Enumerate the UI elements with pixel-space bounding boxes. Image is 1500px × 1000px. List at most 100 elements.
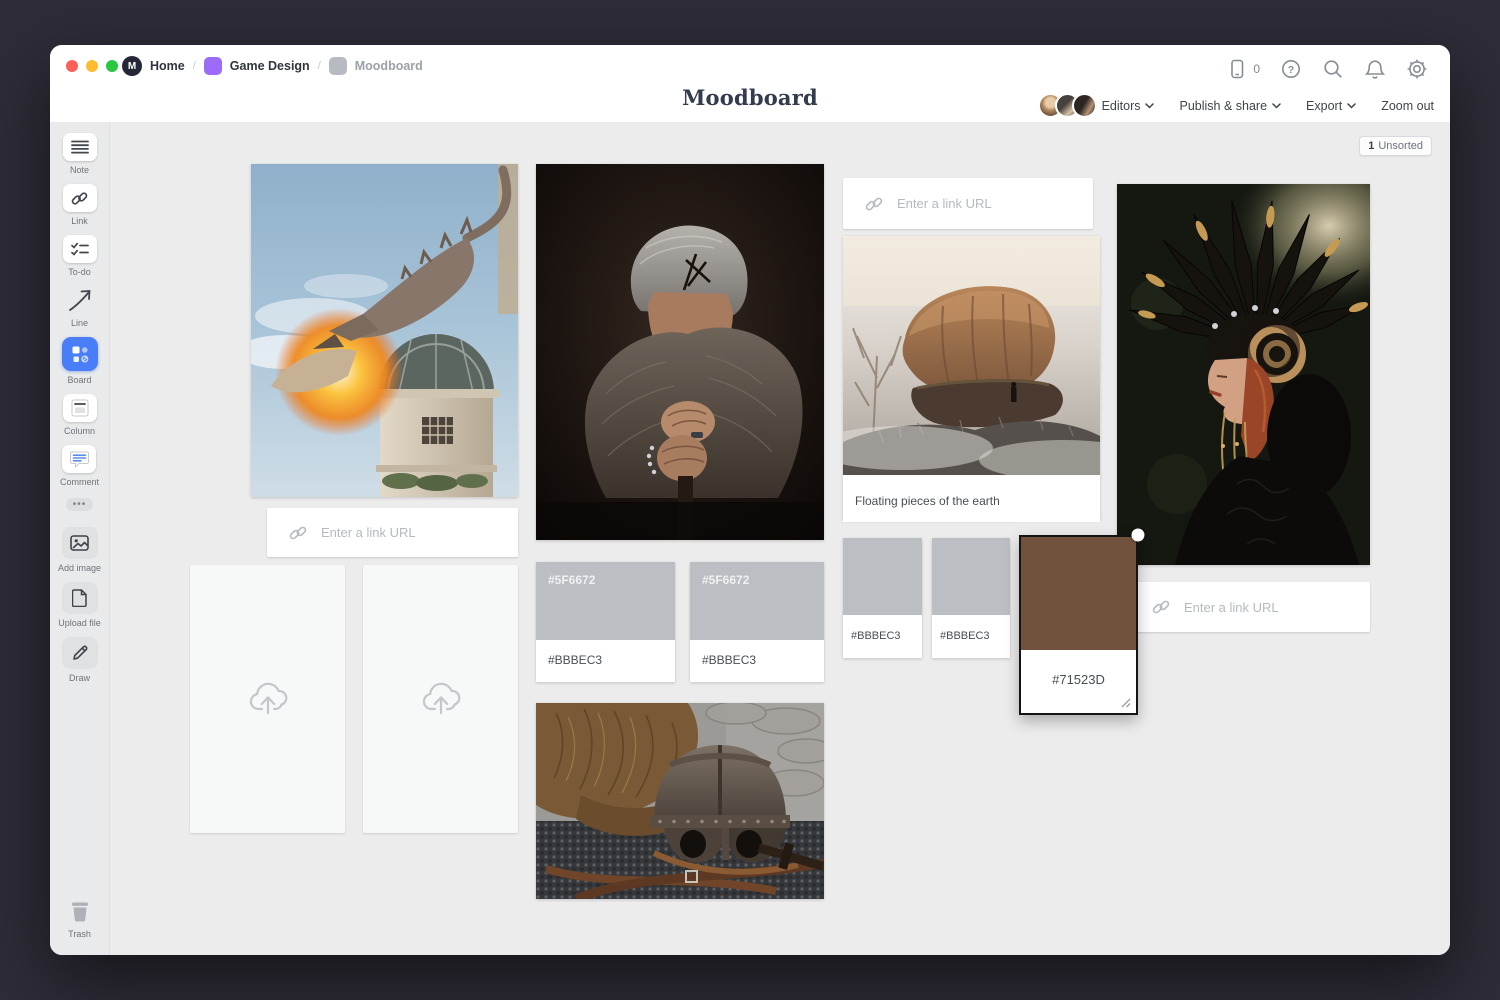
- image-card-viking-man[interactable]: [536, 164, 824, 540]
- tool-add-image[interactable]: Add image: [58, 527, 101, 573]
- bell-icon: [1364, 58, 1386, 80]
- notifications-button[interactable]: [1364, 58, 1386, 80]
- image-card-headdress[interactable]: [1117, 184, 1370, 565]
- app-logo-icon[interactable]: M: [122, 56, 142, 76]
- app-window: M Home / Game Design / Moodboard Moodboa…: [50, 45, 1450, 955]
- tool-upload-file[interactable]: Upload file: [58, 582, 101, 628]
- link-icon: [1152, 598, 1170, 616]
- viking-helmet-photo: [536, 703, 824, 899]
- swatch-caption: #BBBEC3: [932, 615, 1010, 657]
- add-image-icon: [70, 535, 89, 551]
- search-button[interactable]: [1322, 58, 1344, 80]
- swatch-color-area: #5F6672: [536, 562, 675, 640]
- export-menu[interactable]: Export: [1306, 99, 1356, 113]
- link-card-empty-2[interactable]: Enter a link URL: [843, 178, 1093, 229]
- publish-share-label: Publish & share: [1179, 99, 1267, 113]
- viking-man-photo: [536, 164, 824, 540]
- tool-line[interactable]: Line: [63, 286, 97, 328]
- chevron-down-icon: [1347, 103, 1356, 109]
- zoom-out-button[interactable]: Zoom out: [1381, 99, 1434, 113]
- draw-pencil-icon: [71, 644, 89, 662]
- tool-column[interactable]: Column: [63, 394, 97, 436]
- image-card-dragon[interactable]: [251, 164, 518, 497]
- upload-file-icon: [72, 589, 87, 607]
- minimize-window-button[interactable]: [86, 60, 98, 72]
- line-arrow-icon: [67, 287, 93, 313]
- avatar: [1072, 93, 1097, 118]
- close-window-button[interactable]: [66, 60, 78, 72]
- color-swatch-card-3[interactable]: #BBBEC3: [843, 538, 922, 658]
- swatch-color-area: [1021, 537, 1136, 650]
- swatch-color-area: #5F6672: [690, 562, 824, 640]
- device-count: 0: [1253, 62, 1260, 76]
- gear-icon: [1406, 58, 1428, 80]
- mobile-device-icon: [1226, 58, 1248, 80]
- breadcrumb: M Home / Game Design / Moodboard: [122, 55, 423, 77]
- floating-rock-photo: [843, 236, 1100, 475]
- breadcrumb-home[interactable]: Home: [150, 59, 185, 73]
- color-swatch-card-1[interactable]: #5F6672 #BBBEC3: [536, 562, 675, 682]
- editor-avatars: [1038, 93, 1097, 118]
- breadcrumb-project[interactable]: Game Design: [230, 59, 310, 73]
- top-bar: M Home / Game Design / Moodboard Moodboa…: [50, 45, 1450, 122]
- feather-headdress-photo: [1117, 184, 1370, 565]
- column-icon: [71, 399, 89, 417]
- tool-todo[interactable]: To-do: [63, 235, 97, 277]
- window-controls: [66, 60, 118, 72]
- tool-sidebar: Note Link To-do Lin: [50, 122, 110, 955]
- upload-placeholder-1[interactable]: [190, 565, 345, 833]
- color-swatch-card-4[interactable]: #BBBEC3: [932, 538, 1010, 658]
- link-icon: [289, 524, 307, 542]
- tool-comment[interactable]: Comment: [60, 445, 99, 487]
- breadcrumb-separator: /: [193, 60, 196, 72]
- chevron-down-icon: [1145, 103, 1154, 109]
- help-button[interactable]: ?: [1280, 58, 1302, 80]
- cloud-upload-icon: [418, 680, 464, 718]
- swatch-caption: #BBBEC3: [536, 640, 675, 680]
- board-icon: [70, 344, 90, 364]
- board-canvas: 1Unsorted: [110, 122, 1450, 955]
- todo-icon: [71, 242, 89, 256]
- resize-handle-icon[interactable]: [1121, 698, 1131, 708]
- color-swatch-card-selected[interactable]: #71523D: [1019, 535, 1138, 715]
- tool-note[interactable]: Note: [63, 133, 97, 175]
- board-icon-small: [329, 57, 347, 75]
- export-label: Export: [1306, 99, 1342, 113]
- upload-placeholder-2[interactable]: [363, 565, 518, 833]
- zoom-out-label: Zoom out: [1381, 99, 1434, 113]
- swatch-color-area: [843, 538, 922, 615]
- selection-resize-dot[interactable]: [1132, 529, 1145, 542]
- more-tools-button[interactable]: •••: [66, 498, 94, 511]
- link-url-placeholder: Enter a link URL: [897, 196, 992, 211]
- maximize-window-button[interactable]: [106, 60, 118, 72]
- link-icon: [865, 195, 883, 213]
- publish-share-menu[interactable]: Publish & share: [1179, 99, 1281, 113]
- chevron-down-icon: [1272, 103, 1281, 109]
- tool-link[interactable]: Link: [63, 184, 97, 226]
- link-card-empty-1[interactable]: Enter a link URL: [267, 508, 518, 557]
- tool-draw[interactable]: Draw: [62, 637, 98, 683]
- swatch-title: #5F6672: [536, 562, 675, 598]
- trash-icon: [67, 899, 93, 925]
- image-card-floating-rock[interactable]: Floating pieces of the earth: [843, 236, 1100, 520]
- tool-board[interactable]: Board: [62, 337, 98, 385]
- breadcrumb-separator: /: [318, 60, 321, 72]
- trash-dropzone[interactable]: Trash: [67, 899, 93, 939]
- image-card-helmet[interactable]: [536, 703, 824, 899]
- link-card-empty-3[interactable]: Enter a link URL: [1130, 582, 1370, 632]
- swatch-caption: #71523D: [1021, 650, 1136, 709]
- dragon-photo: [251, 164, 518, 497]
- note-icon: [71, 140, 89, 154]
- color-swatch-card-2[interactable]: #5F6672 #BBBEC3: [690, 562, 824, 682]
- swatch-caption: #BBBEC3: [690, 640, 824, 680]
- unsorted-badge[interactable]: 1Unsorted: [1359, 136, 1432, 156]
- link-url-placeholder: Enter a link URL: [1184, 600, 1279, 615]
- search-icon: [1322, 58, 1344, 80]
- comment-icon: [70, 451, 89, 468]
- project-icon[interactable]: [204, 57, 222, 75]
- editors-menu[interactable]: Editors: [1038, 93, 1155, 118]
- breadcrumb-current: Moodboard: [355, 59, 423, 73]
- device-preview-button[interactable]: 0: [1226, 58, 1260, 80]
- help-icon: ?: [1280, 58, 1302, 80]
- settings-button[interactable]: [1406, 58, 1428, 80]
